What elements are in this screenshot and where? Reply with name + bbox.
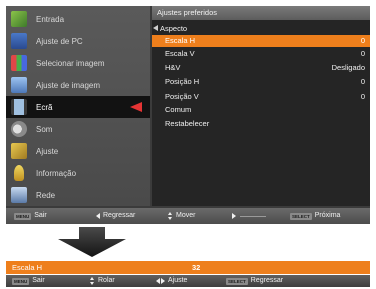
hint-scroll-label: Rolar (98, 277, 115, 284)
option-value: 0 (360, 92, 365, 101)
menu-key-badge: MENU (14, 212, 32, 220)
menu-item-label: Selecionar imagem (36, 58, 105, 68)
input-icon (11, 11, 27, 27)
option-comum[interactable]: Comum (152, 104, 370, 116)
image-select-icon (11, 55, 27, 71)
speaker-icon (11, 121, 27, 137)
option-name: Escala V (165, 49, 195, 58)
menu-item-ajuste-pc[interactable]: Ajuste de PC (6, 30, 150, 52)
main-menu-sidebar: Entrada Ajuste de PC Selecionar imagem A… (6, 6, 150, 206)
option-name: Escala H (165, 36, 196, 45)
menu-item-label: Informação (36, 168, 77, 178)
option-name: H&V (165, 63, 181, 72)
menu-item-ajuste-imagem[interactable]: Ajuste de imagem (6, 74, 150, 96)
left-arrow-icon (96, 213, 100, 219)
option-hv[interactable]: H&V Desligado (152, 62, 370, 74)
option-name: Restabelecer (165, 119, 210, 128)
hint-next-label: Próxima (314, 212, 341, 219)
up-down-arrow-icon (168, 212, 173, 220)
option-posicao-h[interactable]: Posição H 0 (152, 76, 370, 88)
option-restabelecer[interactable]: Restabelecer (152, 118, 370, 130)
up-down-arrow-icon (90, 277, 95, 285)
menu-item-ajuste[interactable]: Ajuste (6, 140, 150, 162)
image-adjust-icon (11, 77, 27, 93)
select-key-badge: SELECT (290, 212, 312, 220)
menu-item-selecionar-imagem[interactable]: Selecionar imagem (6, 52, 150, 74)
adjust-footer-hints: MENU Sair Rolar Ajuste SELECT Regressar (6, 275, 370, 287)
menu-item-label: Ajuste (36, 146, 59, 156)
menu-item-label: Rede (36, 190, 56, 200)
divider-line (240, 215, 266, 217)
menu-key-badge: MENU (12, 277, 30, 285)
osd-footer-hints: MENU Sair Regressar Mover SELECT Próxima (6, 208, 370, 224)
hint-exit: MENU Sair (14, 208, 47, 224)
hint-enter (232, 208, 266, 224)
hint-exit-label: Sair (32, 277, 45, 284)
pc-adjust-icon (11, 33, 27, 49)
option-name: Comum (165, 105, 192, 114)
select-key-badge: SELECT (226, 277, 248, 285)
screen-icon (11, 99, 27, 115)
menu-item-label: Ajuste de imagem (36, 80, 101, 90)
submenu-panel: Ajustes preferidos Aspecto Escala H 0 Es… (152, 6, 370, 206)
menu-item-label: Som (36, 124, 53, 134)
osd-menu: Entrada Ajuste de PC Selecionar imagem A… (6, 6, 370, 224)
adjust-bar[interactable]: Escala H 32 (6, 261, 370, 274)
info-icon (14, 165, 24, 181)
option-name: Posição H (165, 77, 200, 86)
option-value: 0 (360, 36, 365, 45)
option-posicao-v[interactable]: Posição V 0 (152, 91, 370, 103)
menu-item-ecra[interactable]: Ecrã (6, 96, 150, 118)
menu-item-informacao[interactable]: Informação (6, 162, 150, 184)
menu-item-label: Ajuste de PC (36, 36, 83, 46)
down-arrow-icon (58, 227, 126, 257)
settings-icon (11, 143, 27, 159)
hint-back: SELECT Regressar (226, 275, 283, 287)
hint-back: Regressar (96, 208, 135, 224)
right-arrow-icon (232, 213, 236, 219)
network-icon (11, 187, 27, 203)
option-value: 0 (360, 49, 365, 58)
hint-adjust: Ajuste (156, 275, 187, 287)
menu-item-som[interactable]: Som (6, 118, 150, 140)
submenu-label: Aspecto (160, 24, 188, 33)
menu-item-entrada[interactable]: Entrada (6, 8, 150, 30)
submenu-title: Ajustes preferidos (152, 6, 370, 20)
menu-item-label: Ecrã (36, 102, 53, 112)
hint-exit: MENU Sair (12, 275, 45, 287)
hint-back-label: Regressar (103, 212, 136, 219)
submenu-aspecto[interactable]: Aspecto (152, 23, 370, 34)
adjust-bar-label: Escala H (12, 263, 43, 272)
hint-scroll: Rolar (90, 275, 115, 287)
option-name: Posição V (165, 92, 199, 101)
left-right-arrow-icon (156, 278, 165, 284)
back-arrow-icon (153, 25, 158, 31)
hint-back-label: Regressar (250, 277, 284, 284)
hint-exit-label: Sair (34, 212, 47, 219)
option-value: Desligado (331, 63, 365, 72)
adjust-bar-value: 32 (192, 263, 201, 272)
hint-move: Mover (168, 208, 195, 224)
hint-next: SELECT Próxima (290, 208, 340, 224)
menu-item-label: Entrada (36, 14, 65, 24)
menu-item-rede[interactable]: Rede (6, 184, 150, 206)
hint-move-label: Mover (176, 212, 196, 219)
option-value: 0 (360, 77, 365, 86)
hint-adjust-label: Ajuste (168, 277, 188, 284)
pointer-arrow-icon (130, 102, 142, 112)
option-escala-v[interactable]: Escala V 0 (152, 48, 370, 60)
option-escala-h[interactable]: Escala H 0 (152, 35, 370, 47)
